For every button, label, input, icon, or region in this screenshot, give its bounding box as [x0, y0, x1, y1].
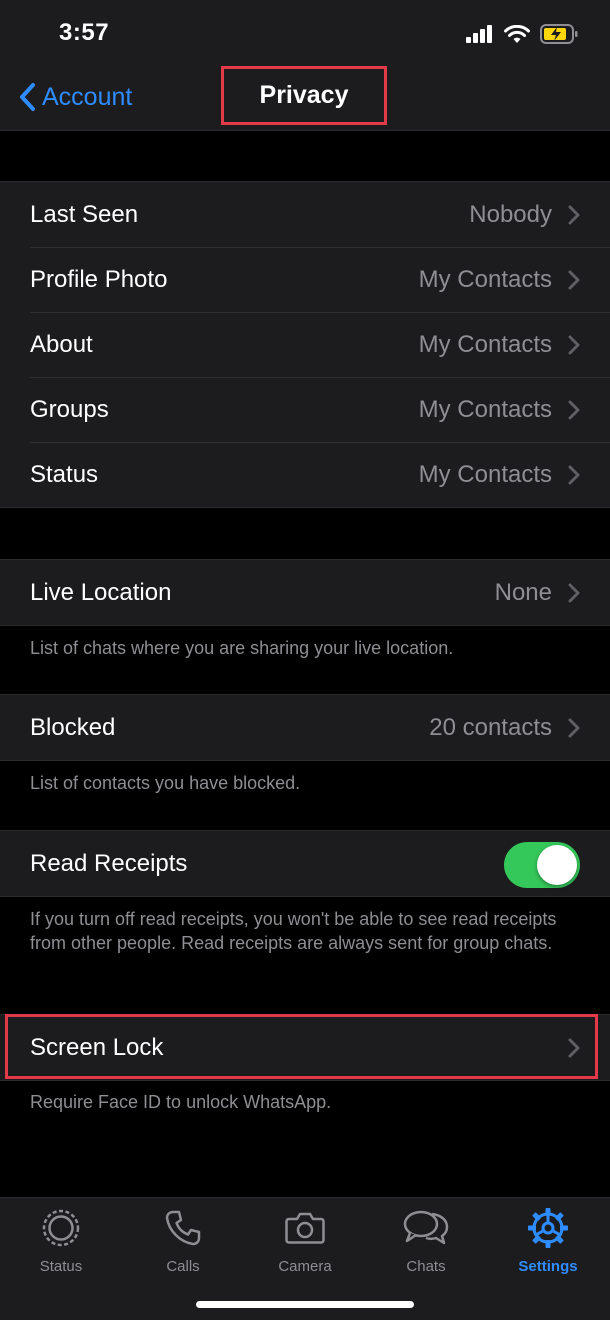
tab-label: Chats — [406, 1258, 446, 1275]
read-receipts-group: Read Receipts — [0, 830, 610, 897]
row-blocked[interactable]: Blocked 20 contacts — [0, 695, 610, 760]
chat-bubbles-icon — [403, 1210, 449, 1245]
row-read-receipts: Read Receipts — [0, 831, 610, 896]
blocked-group: Blocked 20 contacts — [0, 694, 610, 761]
row-label: About — [30, 330, 93, 358]
status-bar: 3:57 — [0, 0, 610, 64]
row-value: My Contacts — [418, 265, 552, 293]
chevron-right-icon — [568, 400, 580, 420]
live-location-footnote: List of chats where you are sharing your… — [30, 638, 454, 658]
status-icons — [466, 22, 578, 46]
page-title: Privacy — [259, 81, 349, 109]
tab-label: Settings — [518, 1258, 578, 1275]
row-label: Read Receipts — [30, 849, 188, 877]
tab-label: Calls — [166, 1258, 200, 1275]
tab-settings[interactable]: Settings — [498, 1206, 598, 1278]
screen-lock-footnote: Require Face ID to unlock WhatsApp. — [30, 1092, 332, 1112]
row-label: Live Location — [30, 578, 172, 606]
chevron-right-icon — [568, 270, 580, 290]
navigation-bar: Account Privacy — [0, 64, 610, 131]
chevron-right-icon — [568, 1038, 580, 1058]
back-label: Account — [42, 82, 133, 111]
row-value: My Contacts — [418, 395, 552, 423]
row-value: Nobody — [469, 200, 552, 228]
row-label: Profile Photo — [30, 265, 168, 293]
tab-status[interactable]: Status — [11, 1206, 111, 1278]
screen-lock-group: Screen Lock — [0, 1014, 610, 1081]
read-receipts-footnote: If you turn off read receipts, you won't… — [30, 909, 557, 953]
row-label: Status — [30, 460, 99, 488]
blocked-footnote: List of contacts you have blocked. — [30, 773, 301, 793]
row-value: 20 contacts — [429, 713, 552, 741]
chevron-right-icon — [568, 465, 580, 485]
read-receipts-toggle[interactable] — [504, 842, 580, 888]
home-indicator — [196, 1301, 414, 1308]
toggle-knob — [537, 845, 577, 885]
chevron-right-icon — [568, 583, 580, 603]
chevron-right-icon — [568, 205, 580, 225]
row-last-seen[interactable]: Last Seen Nobody — [0, 182, 610, 247]
tab-label: Camera — [278, 1258, 332, 1275]
camera-icon — [285, 1212, 325, 1244]
screen: 3:57 Account Privacy Last Seen Nobody Pr… — [0, 0, 610, 1320]
row-label: Last Seen — [30, 200, 139, 228]
row-value: My Contacts — [418, 330, 552, 358]
wifi-icon — [504, 24, 530, 43]
phone-icon — [165, 1210, 201, 1246]
back-button[interactable]: Account — [18, 80, 132, 114]
tab-calls[interactable]: Calls — [133, 1206, 233, 1278]
chevron-left-icon — [20, 83, 35, 111]
signal-icon — [466, 25, 492, 43]
row-about[interactable]: About My Contacts — [0, 312, 610, 377]
title-highlight: Privacy — [221, 66, 387, 125]
row-value: None — [494, 578, 552, 606]
chevron-right-icon — [568, 718, 580, 738]
battery-charging-icon — [540, 24, 578, 44]
tab-camera[interactable]: Camera — [255, 1206, 355, 1278]
row-status[interactable]: Status My Contacts — [0, 442, 610, 507]
row-label: Screen Lock — [30, 1033, 164, 1061]
status-time: 3:57 — [59, 19, 110, 46]
privacy-settings-group: Last Seen Nobody Profile Photo My Contac… — [0, 181, 610, 508]
row-profile-photo[interactable]: Profile Photo My Contacts — [0, 247, 610, 312]
row-label: Blocked — [30, 713, 116, 741]
tab-label: Status — [39, 1258, 83, 1275]
row-value: My Contacts — [418, 460, 552, 488]
row-label: Groups — [30, 395, 109, 423]
row-groups[interactable]: Groups My Contacts — [0, 377, 610, 442]
row-live-location[interactable]: Live Location None — [0, 560, 610, 625]
status-icon — [42, 1209, 80, 1247]
live-location-group: Live Location None — [0, 559, 610, 626]
gear-icon — [528, 1208, 568, 1248]
tab-chats[interactable]: Chats — [376, 1206, 476, 1278]
chevron-right-icon — [568, 335, 580, 355]
row-screen-lock[interactable]: Screen Lock — [0, 1015, 610, 1080]
